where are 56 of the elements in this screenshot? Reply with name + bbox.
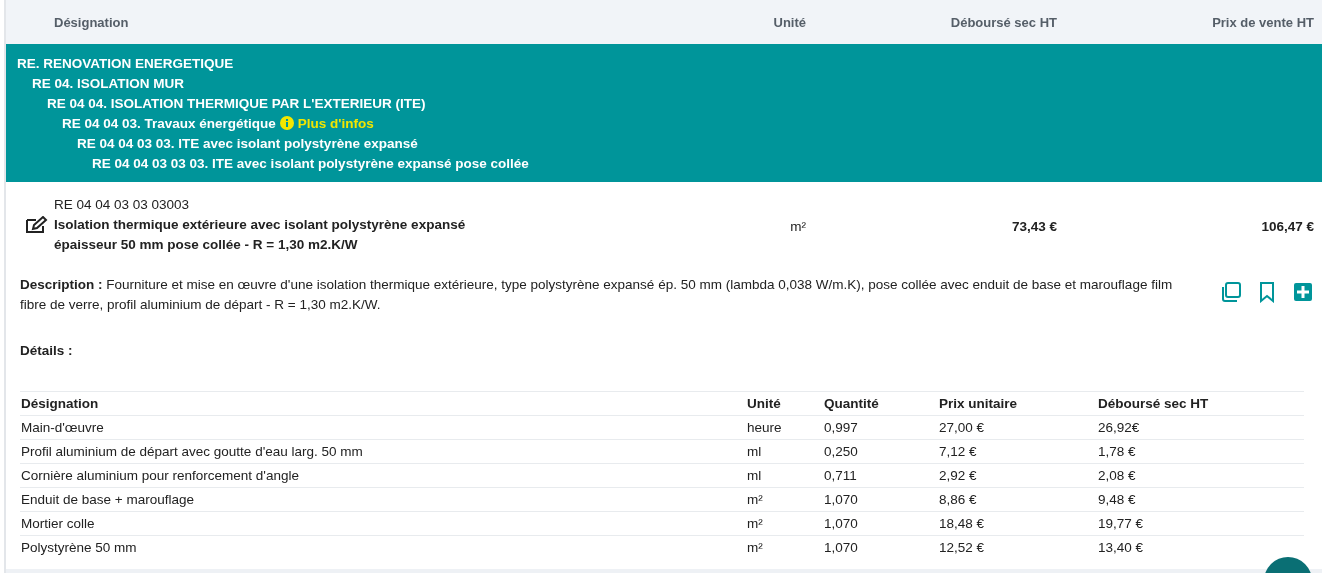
table-cell: 0,997 (823, 415, 938, 440)
table-cell: 12,52 € (938, 535, 1097, 559)
table-cell: Mortier colle (20, 511, 746, 536)
item-title: Isolation thermique extérieure avec isolant polystyrène expansé épaisseur 50 mm pose collée - R = 1,30 m2.K/W (54, 216, 467, 254)
column-header: Déboursé sec HT (1097, 391, 1304, 416)
add-icon[interactable] (1292, 281, 1314, 303)
column-header: Prix de vente HT (1212, 14, 1315, 30)
category-title: RE 04 04 03 03. ITE avec isolant polystyrène expansé (77, 135, 418, 151)
table-cell: 18,48 € (938, 511, 1097, 536)
item-code: RE 04 04 03 03 03003 (53, 197, 191, 212)
table-cell: ml (746, 439, 823, 464)
table-cell: Polystyrène 50 mm (20, 535, 746, 559)
table-cell: 9,48 € (1097, 487, 1304, 512)
table-cell: 1,070 (823, 487, 938, 512)
table-cell: m² (746, 511, 823, 536)
copy-icon[interactable] (1220, 281, 1242, 303)
table-cell: Enduit de base + marouflage (20, 487, 746, 512)
table-cell: 26,92€ (1097, 415, 1304, 440)
item-price: 106,47 € (1261, 218, 1315, 234)
column-header: Désignation (20, 391, 746, 416)
table-cell: 8,86 € (938, 487, 1097, 512)
table-cell: 19,77 € (1097, 511, 1304, 536)
column-header: Déboursé sec HT (950, 14, 1057, 30)
table-cell: 0,250 (823, 439, 938, 464)
category-title: RE 04 04. ISOLATION THERMIQUE PAR L'EXTERIEUR (ITE) (47, 95, 426, 111)
table-cell: Profil aluminium de départ avec goutte d'eau larg. 50 mm (20, 439, 746, 464)
category-title: RE 04. ISOLATION MUR (32, 75, 184, 91)
table-cell: 2,08 € (1097, 463, 1304, 488)
table-cell: m² (746, 487, 823, 512)
column-header: Unité (773, 14, 806, 30)
table-cell: heure (746, 415, 823, 440)
table-cell: m² (746, 535, 823, 559)
more-info-link[interactable]: Plus d'infos (297, 115, 374, 131)
info-icon (279, 116, 294, 130)
details-label: Détails : (19, 342, 74, 360)
column-header: Unité (746, 391, 823, 416)
table-cell: 27,00 € (938, 415, 1097, 440)
column-header: Quantité (823, 391, 938, 416)
description-text: Description : Fourniture et mise en œuvre d'une isolation thermique extérieure, type polystyrène expansé ép. 50 mm (lambda 0,038 W/m.K), pose collée avec enduit de base et marouflage film fibre de verre, profil aluminium de départ - R = 1,30 m2.K/W. (20, 276, 1174, 314)
item-cost: 73,43 € (1011, 218, 1057, 234)
column-header: Désignation (53, 14, 130, 30)
category-title: RE 04 04 03. Travaux énergétique (62, 115, 276, 131)
edit-icon[interactable] (24, 216, 48, 234)
category-title: RE 04 04 03 03 03. ITE avec isolant polystyrène expansé pose collée (92, 155, 529, 171)
category-title: RE. RENOVATION ENERGETIQUE (17, 55, 234, 71)
column-header: Prix unitaire (938, 391, 1097, 416)
table-cell: Main-d'œuvre (20, 415, 746, 440)
table-cell: 1,78 € (1097, 439, 1304, 464)
table-cell: ml (746, 463, 823, 488)
table-cell: 1,070 (823, 535, 938, 559)
item-unit: m² (790, 218, 806, 234)
table-cell: 7,12 € (938, 439, 1097, 464)
table-cell: Cornière aluminium pour renforcement d'angle (20, 463, 746, 488)
table-cell: 2,92 € (938, 463, 1097, 488)
table-cell: 1,070 (823, 511, 938, 536)
table-cell: 0,711 (823, 463, 938, 488)
